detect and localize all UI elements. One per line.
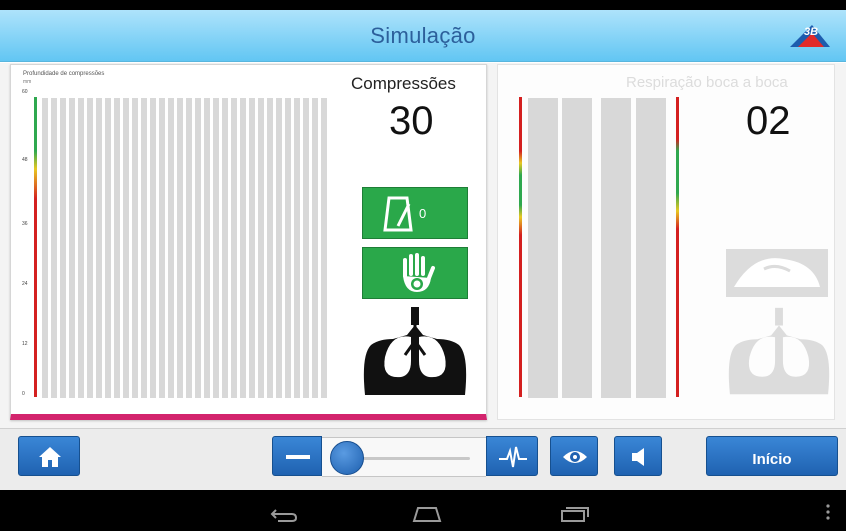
- menu-dots-icon[interactable]: [826, 504, 830, 520]
- pulse-icon: [499, 446, 527, 468]
- compression-bars: [42, 98, 327, 398]
- lungs-icon-inactive: [728, 307, 830, 395]
- home-icon: [39, 447, 61, 467]
- y-tick: 24: [22, 281, 28, 287]
- metronome-icon: [383, 196, 413, 232]
- status-bar: [0, 0, 846, 10]
- bottom-toolbar: Início: [0, 428, 846, 490]
- compressions-label: Compressões: [351, 74, 456, 93]
- speed-slider[interactable]: [322, 437, 486, 477]
- hand-position-button[interactable]: [362, 247, 468, 299]
- view-button[interactable]: [550, 436, 598, 476]
- volume-indicator-right: [676, 97, 679, 397]
- logo-text: 3B: [804, 26, 819, 38]
- home-nav-icon[interactable]: [412, 506, 442, 522]
- minus-icon: [286, 455, 310, 459]
- speaker-icon: [632, 448, 644, 466]
- start-button[interactable]: Início: [706, 436, 838, 476]
- logo-icon: 3B: [790, 23, 830, 49]
- app-title: Simulação: [370, 23, 476, 48]
- breathing-title: Respiração boca a boca: [626, 74, 788, 91]
- graph-unit: mm: [23, 79, 32, 85]
- volume-indicator-left: [519, 97, 522, 397]
- metronome-button[interactable]: 0: [362, 187, 468, 239]
- depth-indicator-bar: [34, 97, 37, 397]
- breaths-count: 02: [746, 99, 791, 143]
- pulse-button[interactable]: [486, 436, 538, 476]
- metronome-count: 0: [419, 206, 427, 221]
- breath-bars: [528, 98, 666, 398]
- breathing-panel: Respiração boca a boca 02: [497, 64, 835, 420]
- compressions-panel: Profundidade de compressões mm 60 48 36 …: [10, 64, 487, 420]
- slider-track-line: [352, 457, 470, 460]
- lungs-icon: [363, 307, 467, 395]
- slider-knob[interactable]: [330, 441, 364, 475]
- graph-title: Profundidade de compressões: [23, 71, 105, 77]
- y-tick: 12: [22, 341, 28, 347]
- recents-icon[interactable]: [560, 506, 590, 522]
- eye-icon: [563, 451, 587, 463]
- compressions-count: 30: [389, 99, 434, 143]
- home-button[interactable]: [18, 436, 80, 476]
- face-icon: [726, 249, 828, 297]
- start-button-label: Início: [752, 451, 792, 468]
- back-icon[interactable]: [270, 508, 298, 522]
- sound-button[interactable]: [614, 436, 662, 476]
- title-bar: Simulação 3B: [0, 10, 846, 62]
- y-tick: 0: [22, 391, 25, 397]
- y-tick: 60: [22, 89, 28, 95]
- y-tick: 48: [22, 157, 28, 163]
- hand-icon: [403, 253, 435, 292]
- y-tick: 36: [22, 221, 28, 227]
- decrease-button[interactable]: [272, 436, 322, 476]
- system-nav-bar: [0, 490, 846, 531]
